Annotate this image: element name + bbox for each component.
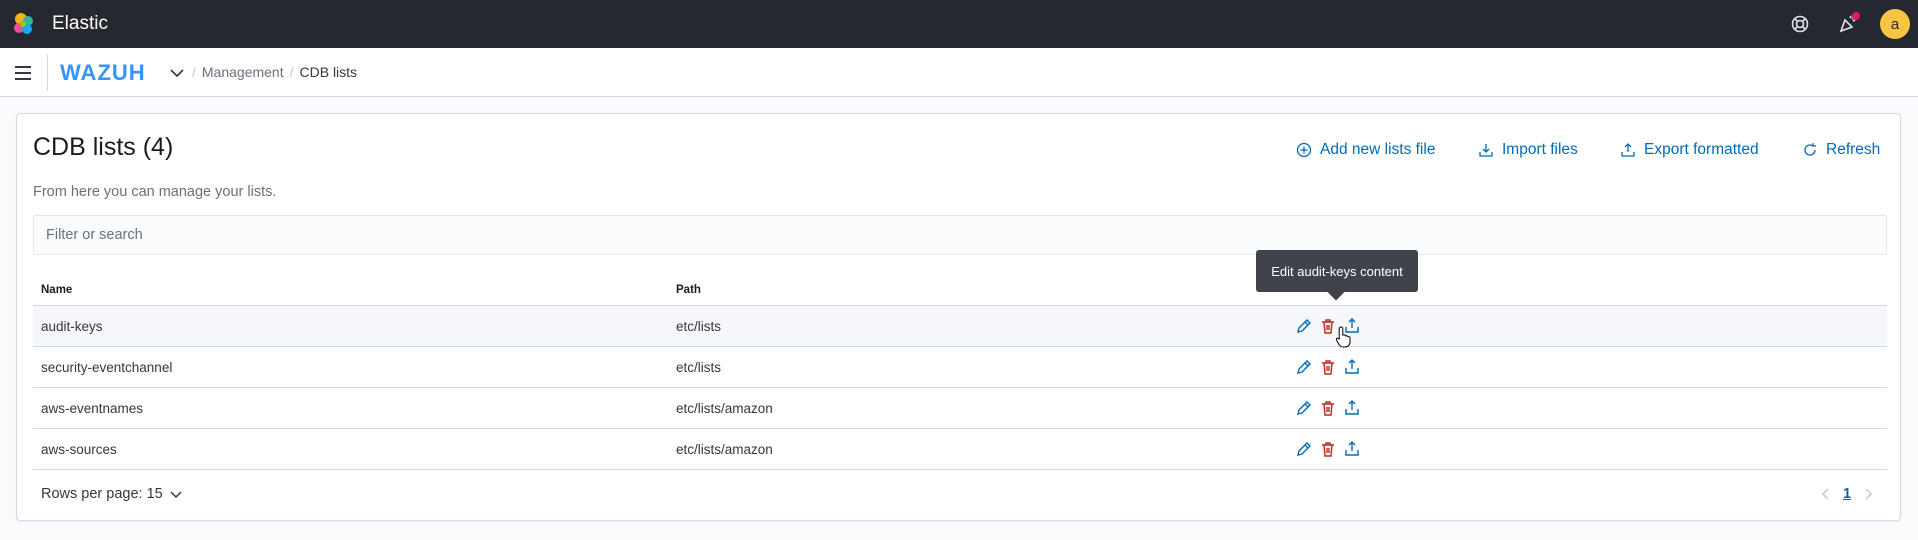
notification-dot — [1852, 12, 1860, 20]
import-icon — [1479, 144, 1493, 157]
add-new-lists-file-button[interactable]: Add new lists file — [1296, 141, 1435, 159]
export-upload-icon[interactable] — [1343, 358, 1361, 376]
column-header-path[interactable]: Path — [676, 284, 701, 296]
edit-pencil-icon[interactable] — [1295, 399, 1313, 417]
page-number[interactable]: 1 — [1843, 486, 1851, 502]
rows-per-page-selector[interactable]: Rows per page: 15 — [41, 486, 183, 502]
page-description: From here you can manage your lists. — [33, 184, 277, 200]
chevron-down-icon — [170, 491, 182, 499]
edit-pencil-icon[interactable] — [1295, 317, 1313, 335]
chevron-left-icon[interactable] — [1819, 487, 1833, 501]
import-files-button[interactable]: Import files — [1478, 141, 1578, 159]
wazuh-logo[interactable]: WAZUH — [60, 60, 164, 84]
newsfeed-icon[interactable] — [1836, 12, 1860, 36]
row-name: aws-eventnames — [41, 401, 144, 416]
row-path: etc/lists/amazon — [676, 401, 773, 416]
table-row[interactable]: aws-sources etc/lists/amazon — [33, 429, 1887, 470]
row-path: etc/lists — [676, 360, 722, 375]
row-path: etc/lists/amazon — [676, 442, 773, 457]
app-title: Elastic — [52, 13, 108, 34]
row-path: etc/lists — [676, 319, 722, 334]
edit-pencil-icon[interactable] — [1295, 358, 1313, 376]
row-name: audit-keys — [41, 319, 103, 334]
export-upload-icon[interactable] — [1343, 399, 1361, 417]
pagination: 1 — [1819, 486, 1875, 502]
tooltip: Edit audit-keys content — [1256, 250, 1418, 292]
top-bar: Elastic a — [0, 0, 1918, 48]
column-header-name[interactable]: Name — [41, 284, 72, 296]
export-upload-icon[interactable] — [1343, 440, 1361, 458]
export-formatted-button[interactable]: Export formatted — [1620, 141, 1759, 159]
row-name: aws-sources — [41, 442, 117, 457]
elastic-logo[interactable] — [10, 10, 38, 38]
import-files-label: Import files — [1502, 141, 1578, 158]
page-title: CDB lists (4) — [33, 133, 174, 161]
breadcrumb: / Management / CDB lists — [192, 64, 358, 80]
cdb-lists-panel: CDB lists (4) Add new lists file Import … — [16, 113, 1901, 521]
nav-bar: WAZUH / Management / CDB lists — [0, 48, 1918, 97]
edit-pencil-icon[interactable] — [1295, 440, 1313, 458]
table-row[interactable]: audit-keys etc/lists — [33, 306, 1887, 347]
cdb-lists-table: Name Path audit-keys etc/lists security-… — [33, 270, 1887, 470]
breadcrumb-management[interactable]: Management — [202, 64, 284, 80]
chevron-down-icon[interactable] — [168, 64, 186, 82]
nav-divider — [47, 54, 48, 91]
export-formatted-label: Export formatted — [1644, 141, 1759, 158]
refresh-label: Refresh — [1826, 141, 1881, 158]
svg-text:WAZUH: WAZUH — [60, 60, 146, 84]
row-actions — [1295, 440, 1361, 458]
plus-circle-icon — [1296, 142, 1312, 158]
table-row[interactable]: security-eventchannel etc/lists — [33, 347, 1887, 388]
breadcrumb-cdb-lists: CDB lists — [299, 64, 358, 80]
hamburger-menu-icon[interactable] — [12, 62, 34, 84]
rows-per-page-label: Rows per page: 15 — [41, 486, 163, 502]
export-icon — [1621, 143, 1635, 157]
row-actions — [1295, 399, 1361, 417]
add-new-lists-file-label: Add new lists file — [1320, 141, 1436, 158]
row-actions — [1295, 358, 1361, 376]
delete-trash-icon[interactable] — [1319, 440, 1337, 458]
refresh-button[interactable]: Refresh — [1802, 141, 1880, 159]
row-name: security-eventchannel — [41, 360, 173, 375]
search-input[interactable] — [33, 215, 1887, 255]
help-icon[interactable] — [1788, 12, 1812, 36]
table-header: Name Path — [33, 270, 1887, 306]
table-row[interactable]: aws-eventnames etc/lists/amazon — [33, 388, 1887, 429]
refresh-icon — [1804, 143, 1816, 156]
hand-cursor-icon — [1335, 326, 1351, 348]
delete-trash-icon[interactable] — [1319, 399, 1337, 417]
delete-trash-icon[interactable] — [1319, 358, 1337, 376]
user-avatar[interactable]: a — [1880, 9, 1910, 39]
chevron-right-icon[interactable] — [1861, 487, 1875, 501]
